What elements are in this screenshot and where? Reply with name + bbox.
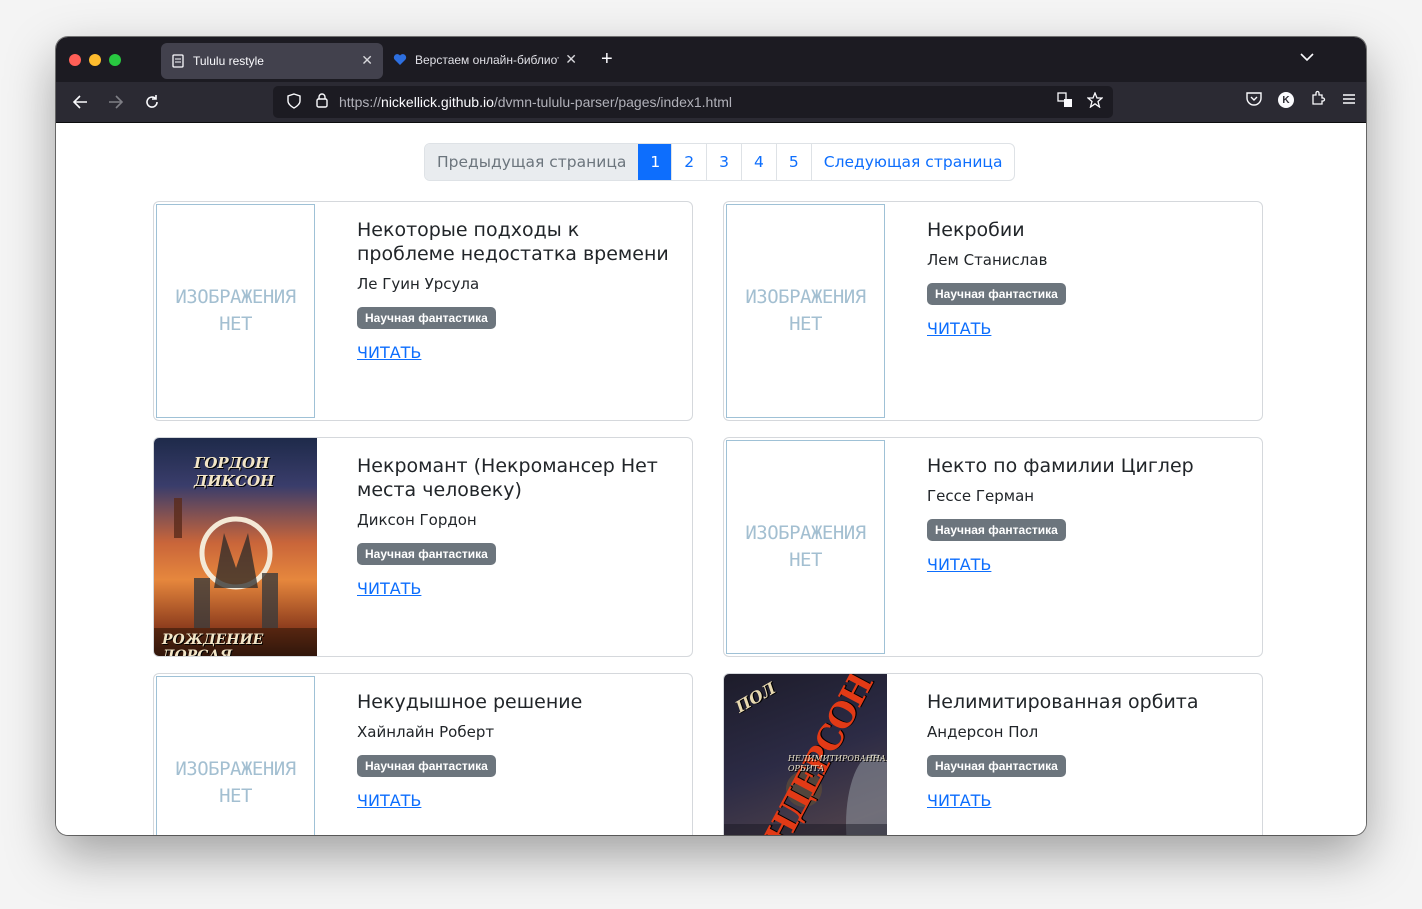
window-controls bbox=[69, 53, 121, 66]
book-author: Лем Станислав bbox=[927, 251, 1048, 269]
book-title: Некто по фамилии Циглер bbox=[927, 455, 1194, 477]
book-card: ИЗОБРАЖЕНИЯ НЕТ Некто по фамилии Циглер … bbox=[723, 437, 1263, 657]
page-content: Предыдущая страница 1 2 3 4 5 Следующая … bbox=[56, 123, 1366, 835]
no-image-placeholder: ИЗОБРАЖЕНИЯ НЕТ bbox=[156, 204, 315, 418]
page-1-button[interactable]: 1 bbox=[638, 144, 672, 180]
translate-icon[interactable] bbox=[1057, 92, 1073, 112]
tab-verstaem[interactable]: Верстаем онлайн-библиотеку ✕ bbox=[383, 42, 587, 78]
maximize-window-button[interactable] bbox=[109, 53, 121, 66]
book-title: Некробии bbox=[927, 219, 1025, 241]
read-link[interactable]: ЧИТАТЬ bbox=[357, 579, 421, 598]
url-host: nickellick.github.io bbox=[381, 94, 494, 110]
genre-badge: Научная фантастика bbox=[357, 543, 496, 565]
book-cover-image[interactable]: ГОРДОН ДИКСОН РОЖДЕНИЕ ДОРСАЯ bbox=[154, 438, 317, 656]
extensions-icon[interactable] bbox=[1310, 90, 1326, 110]
genre-badge: Научная фантастика bbox=[357, 307, 496, 329]
page-3-button[interactable]: 3 bbox=[706, 144, 741, 180]
cover-title-text: НЕЛИМИТИРОВАННАЯ ОРБИТА bbox=[788, 754, 887, 773]
page-2-button[interactable]: 2 bbox=[671, 144, 706, 180]
address-bar[interactable]: https://nickellick.github.io/dvmn-tululu… bbox=[273, 86, 1113, 118]
genre-badge: Научная фантастика bbox=[357, 755, 496, 777]
close-window-button[interactable] bbox=[69, 53, 81, 66]
read-link[interactable]: ЧИТАТЬ bbox=[927, 555, 991, 574]
book-title: Некромант (Некромансер Нет места человек… bbox=[357, 455, 658, 501]
url-scheme: https:// bbox=[339, 94, 382, 110]
heart-icon bbox=[393, 53, 407, 67]
close-tab-icon[interactable]: ✕ bbox=[565, 51, 577, 68]
book-title: Нелимитированная орбита bbox=[927, 691, 1199, 713]
book-author: Диксон Гордон bbox=[357, 511, 477, 529]
book-author: Андерсон Пол bbox=[927, 723, 1039, 741]
book-card: ГОРДОН ДИКСОН РОЖДЕНИЕ ДОРСАЯ Некромант … bbox=[153, 437, 693, 657]
book-author: Ле Гуин Урсула bbox=[357, 275, 480, 293]
book-title: Некудышное решение bbox=[357, 691, 583, 713]
menu-hamburger-icon[interactable] bbox=[1342, 92, 1356, 109]
browser-window: Tululu restyle ✕ Верстаем онлайн-библиот… bbox=[56, 37, 1366, 835]
tab-title: Tululu restyle bbox=[193, 53, 264, 68]
read-link[interactable]: ЧИТАТЬ bbox=[927, 319, 991, 338]
forward-arrow-icon[interactable] bbox=[98, 87, 134, 117]
genre-badge: Научная фантастика bbox=[927, 519, 1066, 541]
book-card: ИЗОБРАЖЕНИЯ НЕТ Некудышное решение Хайнл… bbox=[153, 673, 693, 835]
pocket-icon[interactable] bbox=[1246, 91, 1262, 110]
tab-bar: Tululu restyle ✕ Верстаем онлайн-библиот… bbox=[56, 37, 1366, 82]
book-card: ИЗОБРАЖЕНИЯ НЕТ Некробии Лем Станислав Н… bbox=[723, 201, 1263, 421]
url-path: /dvmn-tululu-parser/pages/index1.html bbox=[493, 94, 732, 110]
book-card: ИЗОБРАЖЕНИЯ НЕТ Некоторые подходы к проб… bbox=[153, 201, 693, 421]
genre-badge: Научная фантастика bbox=[927, 283, 1066, 305]
close-tab-icon[interactable]: ✕ bbox=[361, 52, 373, 69]
pagination: Предыдущая страница 1 2 3 4 5 Следующая … bbox=[424, 143, 1016, 181]
cover-subtitle-text: РОЖДЕНИЕ ДОРСАЯ bbox=[162, 632, 264, 656]
read-link[interactable]: ЧИТАТЬ bbox=[357, 343, 421, 362]
no-image-placeholder: ИЗОБРАЖЕНИЯ НЕТ bbox=[156, 676, 315, 835]
book-author: Хайнлайн Роберт bbox=[357, 723, 495, 741]
next-page-button[interactable]: Следующая страница bbox=[810, 144, 1015, 180]
previous-page-button[interactable]: Предыдущая страница bbox=[425, 144, 639, 180]
lock-icon[interactable] bbox=[311, 93, 333, 111]
navigation-bar: https://nickellick.github.io/dvmn-tululu… bbox=[56, 82, 1366, 123]
shield-icon[interactable] bbox=[283, 92, 305, 112]
bookmark-star-icon[interactable] bbox=[1086, 91, 1104, 112]
back-arrow-icon[interactable] bbox=[62, 87, 98, 117]
book-cover-image[interactable]: ПОЛ АНДЕРСОН НЕЛИМИТИРОВАННАЯ ОРБИТА bbox=[724, 674, 887, 835]
tab-tululu-restyle[interactable]: Tululu restyle ✕ bbox=[161, 42, 383, 79]
account-avatar[interactable]: K bbox=[1278, 92, 1294, 108]
cover-title-text: ГОРДОН ДИКСОН bbox=[194, 454, 275, 490]
book-card: ПОЛ АНДЕРСОН НЕЛИМИТИРОВАННАЯ ОРБИТА Нел… bbox=[723, 673, 1263, 835]
no-image-placeholder: ИЗОБРАЖЕНИЯ НЕТ bbox=[726, 204, 885, 418]
reload-icon[interactable] bbox=[134, 87, 170, 117]
no-image-placeholder: ИЗОБРАЖЕНИЯ НЕТ bbox=[726, 440, 885, 654]
chevron-down-icon[interactable] bbox=[1300, 49, 1314, 65]
tab-title: Верстаем онлайн-библиотеку bbox=[415, 52, 559, 67]
genre-badge: Научная фантастика bbox=[927, 755, 1066, 777]
book-title: Некоторые подходы к проблеме недостатка … bbox=[357, 219, 669, 265]
read-link[interactable]: ЧИТАТЬ bbox=[357, 791, 421, 810]
page-icon bbox=[171, 53, 185, 68]
page-4-button[interactable]: 4 bbox=[741, 144, 776, 180]
page-5-button[interactable]: 5 bbox=[775, 144, 811, 180]
read-link[interactable]: ЧИТАТЬ bbox=[927, 791, 991, 810]
new-tab-plus-icon[interactable]: + bbox=[601, 48, 613, 71]
minimize-window-button[interactable] bbox=[89, 53, 101, 66]
book-author: Гессе Герман bbox=[927, 487, 1035, 505]
